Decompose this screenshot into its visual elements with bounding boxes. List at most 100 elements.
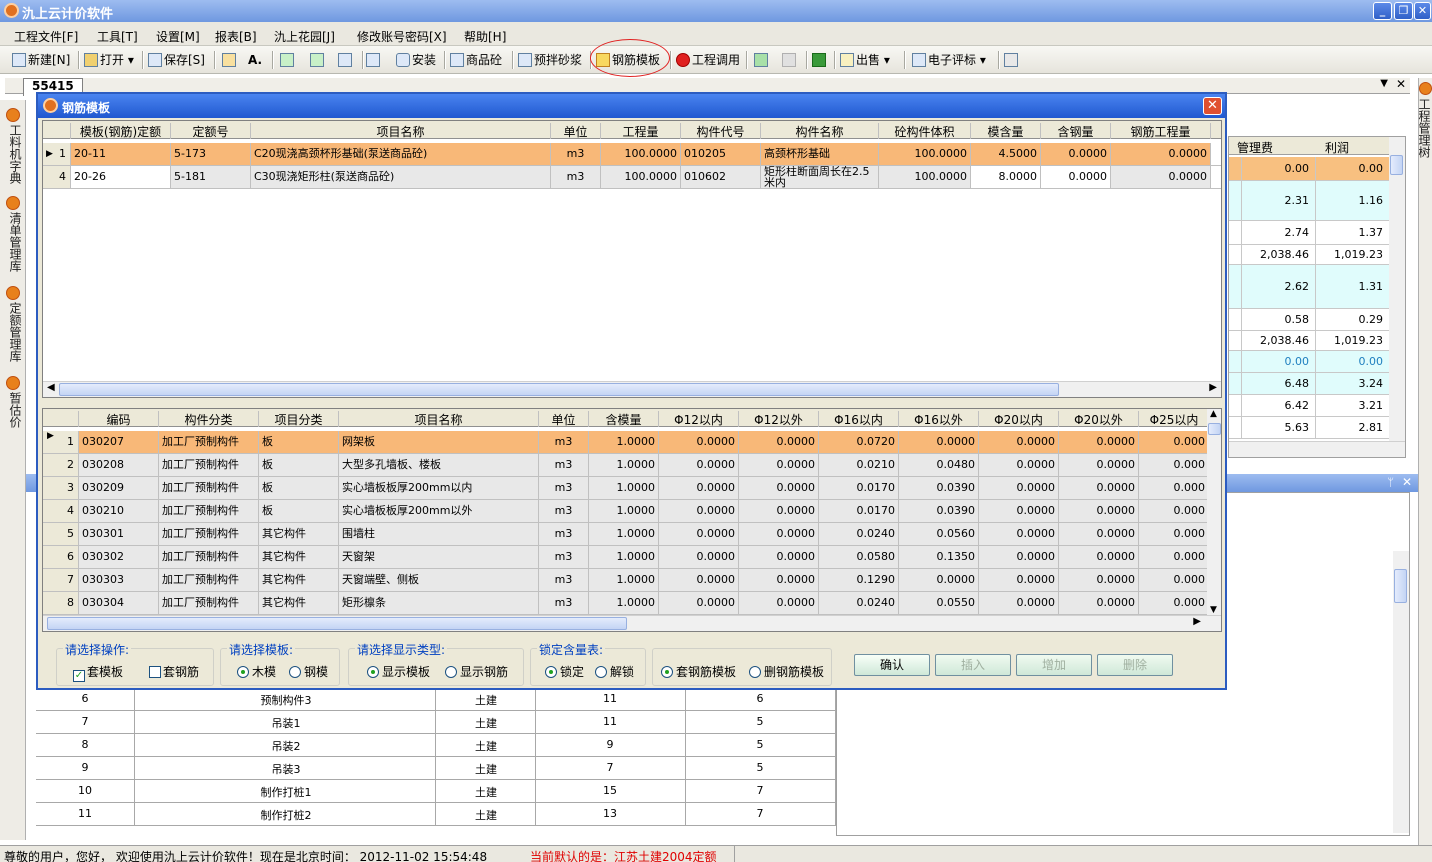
show-template-radio[interactable]: 显示模板: [367, 663, 430, 680]
table-row[interactable]: 7 吊装1 土建 11 5: [36, 711, 836, 734]
table-row[interactable]: 0.00 0.00: [1229, 351, 1389, 373]
menu-settings[interactable]: 设置[M]: [156, 28, 200, 45]
insert-button[interactable]: 插入: [935, 654, 1011, 676]
add-button[interactable]: 增加: [1016, 654, 1092, 676]
steel-template-radio[interactable]: 钢模: [289, 663, 328, 680]
table-row[interactable]: 3 030209 加工厂预制构件板实心墙板板厚200mm以内 m3 1.0000 0.00…: [43, 477, 1209, 500]
table-row[interactable]: 2,038.46 1,019.23: [1229, 331, 1389, 351]
goods-concrete-button[interactable]: 商品砼: [450, 51, 502, 71]
calculator-icon: [1004, 53, 1018, 67]
tab-estimate[interactable]: 暂估价: [2, 392, 24, 428]
refresh-button[interactable]: [754, 51, 770, 71]
grid-cell: 0.000: [1139, 477, 1209, 499]
menu-tools[interactable]: 工具[T]: [97, 28, 138, 45]
grid-cell: 0.0000: [739, 431, 819, 453]
menu-file[interactable]: 工程文件[F]: [14, 28, 78, 45]
grid-cell: 0.0170: [819, 500, 899, 522]
open-button[interactable]: 打开 ▾: [84, 51, 134, 71]
grid-cell: 加工厂预制构件: [159, 569, 259, 591]
table-row[interactable]: 7 030303 加工厂预制构件 其它构件 天窗端壁、侧板 m3 1.0000 0.0000 0…: [43, 569, 1209, 592]
unlock-radio[interactable]: 解锁: [595, 663, 634, 680]
vertical-scrollbar[interactable]: [1389, 137, 1405, 441]
horizontal-scrollbar[interactable]: ◀ ▶: [43, 381, 1221, 397]
grid-cell: m3: [539, 592, 589, 614]
table-row[interactable]: 8 吊装2 土建 9 5: [36, 734, 836, 757]
apply-rebar-template-radio[interactable]: 套钢筋模板: [661, 663, 736, 680]
restore-button[interactable]: ❐: [1394, 2, 1413, 20]
confirm-button[interactable]: 确认: [854, 654, 930, 676]
table-row[interactable]: 1 ▶ 030207 加工厂预制构件板网架板 m3 1.0000 0.0000 0.0000 0…: [43, 431, 1209, 454]
minimize-button[interactable]: _: [1373, 2, 1392, 20]
calculator-button[interactable]: [1004, 51, 1020, 71]
font-button[interactable]: A.: [248, 51, 262, 71]
tab-list-icon[interactable]: ▼: [1380, 78, 1388, 89]
table-row[interactable]: 4 20-26 5-181 C30现浇矩形柱(泵送商品砼) m3 100.000…: [43, 166, 1221, 189]
menu-garden[interactable]: 氿上花园[J]: [274, 28, 335, 45]
close-button[interactable]: ✕: [1414, 2, 1431, 20]
table-row[interactable]: 2.74 1.37: [1229, 221, 1389, 245]
grid-cell: 大型多孔墙板、楼板: [339, 454, 539, 476]
tab-list-library[interactable]: 清单管理库: [2, 212, 24, 272]
tab-material-dictionary[interactable]: 工料机字典: [2, 124, 24, 184]
etender-button[interactable]: 电子评标 ▾: [912, 51, 986, 71]
dialog-title-bar: 钢筋模板 ✕: [38, 94, 1225, 118]
grid-cell: m3: [539, 569, 589, 591]
delete-button[interactable]: 删除: [1097, 654, 1173, 676]
move-up-button[interactable]: [280, 51, 296, 71]
table-row[interactable]: 6.42 3.21: [1229, 395, 1389, 417]
lock-radio[interactable]: 锁定: [545, 663, 584, 680]
show-rebar-radio[interactable]: 显示钢筋: [445, 663, 508, 680]
excel-button[interactable]: [812, 51, 828, 71]
move-down-button[interactable]: [310, 51, 326, 71]
table-row[interactable]: 0.58 0.29: [1229, 309, 1389, 331]
table-row[interactable]: 4 030210 加工厂预制构件板实心墙板板厚200mm以外 m3 1.0000 0.00…: [43, 500, 1209, 523]
horizontal-scrollbar[interactable]: [1229, 441, 1405, 457]
table-row[interactable]: ▶ 1 20-11 5-173 C20现浇高颈杯形基础(泵送商品砼) m3 100…: [43, 143, 1221, 166]
table-row[interactable]: 6 030302 加工厂预制构件 其它构件 天窗架 m3 1.0000 0.0000 0.000…: [43, 546, 1209, 569]
vertical-scrollbar[interactable]: ▲ ▼: [1207, 409, 1221, 615]
install-button[interactable]: 安装: [396, 51, 436, 71]
menu-reports[interactable]: 报表[B]: [215, 28, 257, 45]
menu-help[interactable]: 帮助[H]: [464, 28, 506, 45]
table-row[interactable]: 0.00 0.00: [1229, 157, 1389, 181]
premix-mortar-button[interactable]: 预拌砂浆: [518, 51, 582, 71]
grid-button[interactable]: [338, 51, 354, 71]
dialog-close-button[interactable]: ✕: [1203, 97, 1222, 115]
panel-close-icon[interactable]: ✕: [1402, 475, 1412, 489]
new-button[interactable]: 新建[N]: [12, 51, 70, 71]
grid-cell: 0.000: [1139, 523, 1209, 545]
grid-cell: 030209: [79, 477, 159, 499]
table-row[interactable]: 2.62 1.31: [1229, 265, 1389, 309]
table-row[interactable]: 5 030301 加工厂预制构件 其它构件 围墙柱 m3 1.0000 0.0000 0.000…: [43, 523, 1209, 546]
table-row[interactable]: 10 制作打桩1 土建 15 7: [36, 780, 836, 803]
table-row[interactable]: 8 030304 加工厂预制构件 其它构件 矩形檩条 m3 1.0000 0.0000 0.00…: [43, 592, 1209, 615]
sell-button[interactable]: 出售 ▾: [840, 51, 890, 71]
apply-template-checkbox[interactable]: ✓ 套模板: [73, 663, 123, 682]
save-button[interactable]: 保存[S]: [148, 51, 205, 71]
table-row[interactable]: 11 制作打桩2 土建 13 7: [36, 803, 836, 826]
table-row[interactable]: 2 030208 加工厂预制构件板大型多孔墙板、楼板 m3 1.0000 0.0000 0.…: [43, 454, 1209, 477]
table-row[interactable]: 2,038.46 1,019.23: [1229, 245, 1389, 265]
vertical-scrollbar[interactable]: [1393, 551, 1409, 833]
link-button[interactable]: [782, 51, 798, 71]
table-row[interactable]: 6 预制构件3 土建 11 6: [36, 688, 836, 711]
project-call-button[interactable]: 工程调用: [676, 51, 740, 71]
apply-rebar-checkbox[interactable]: 套钢筋: [149, 663, 199, 680]
horizontal-scrollbar[interactable]: ▶: [43, 615, 1221, 631]
table-row[interactable]: 2.31 1.16: [1229, 181, 1389, 221]
table-row[interactable]: 5.63 2.81: [1229, 417, 1389, 439]
pin-icon[interactable]: ᛘ: [1387, 476, 1394, 489]
table-row[interactable]: 6.48 3.24: [1229, 373, 1389, 395]
grid-header: 模板(钢筋)定额 定额号 项目名称 单位 工程量 构件代号 构件名称 砼构件体积…: [43, 121, 1221, 139]
table-row[interactable]: 9 吊装3 土建 7 5: [36, 757, 836, 780]
tab-project-tree[interactable]: 工程管理树: [1417, 98, 1432, 158]
delete-rebar-template-radio[interactable]: 删钢筋模板: [749, 663, 824, 680]
wood-template-radio[interactable]: 木模: [237, 663, 276, 680]
export-button[interactable]: [366, 51, 382, 71]
tab-quota-library[interactable]: 定额管理库: [2, 302, 24, 362]
arrow-tool-button[interactable]: [222, 51, 238, 71]
estimate-icon: [6, 376, 20, 390]
menu-password[interactable]: 修改账号密码[X]: [357, 28, 447, 45]
grid-cell: 1.0000: [589, 500, 659, 522]
tab-close-icon[interactable]: ✕: [1396, 77, 1406, 91]
